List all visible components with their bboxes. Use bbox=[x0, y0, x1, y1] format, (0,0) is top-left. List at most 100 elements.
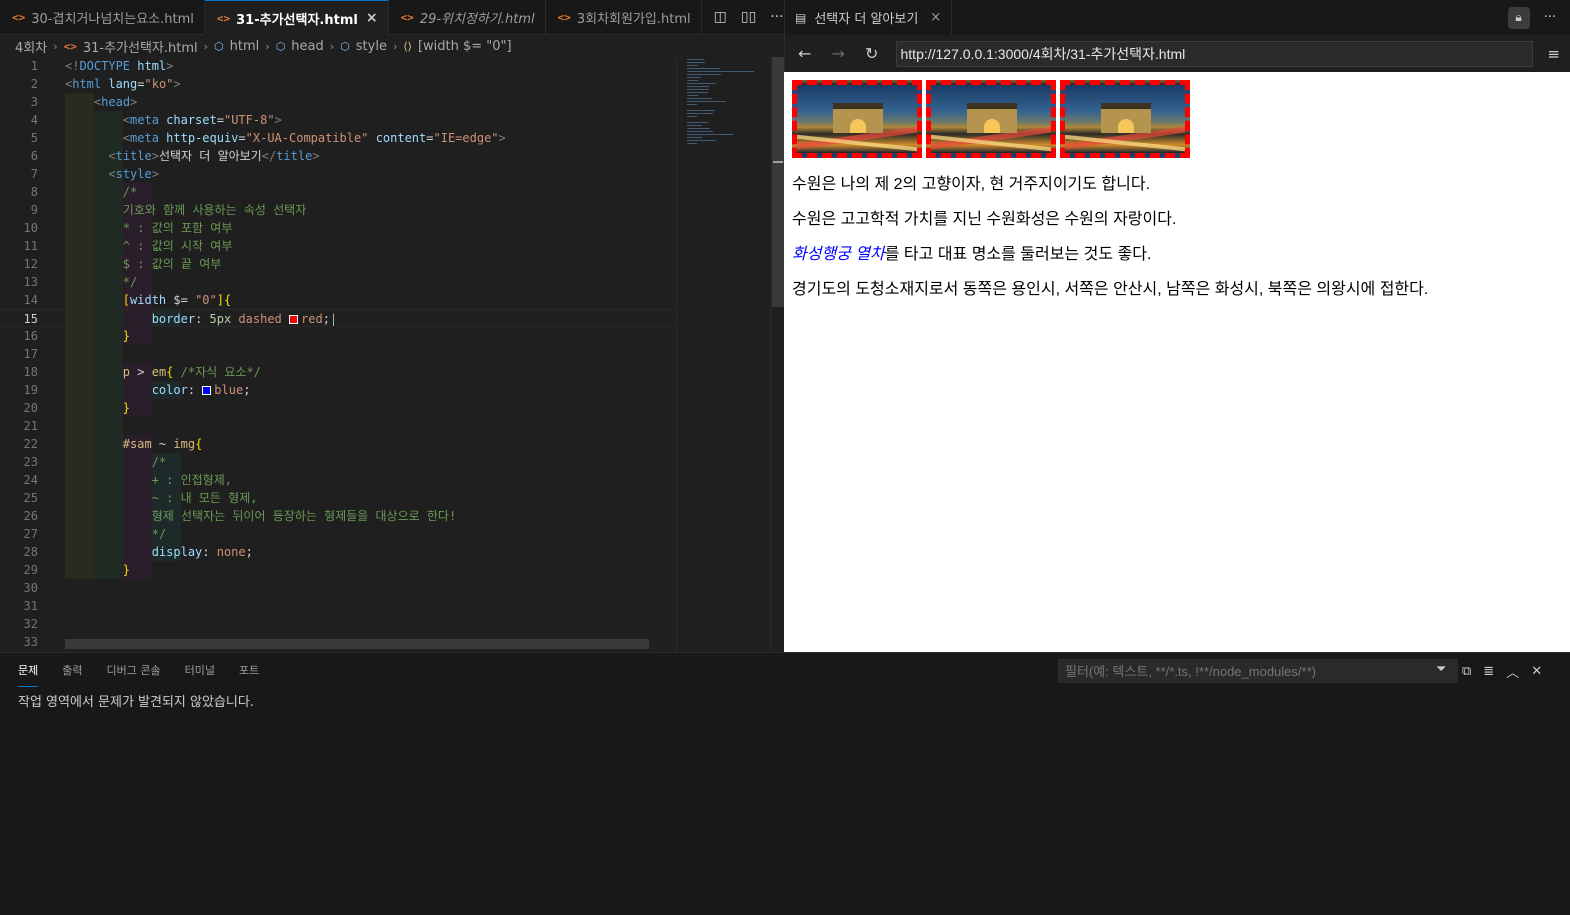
minimap-line bbox=[687, 71, 755, 72]
chevron-right-icon: › bbox=[203, 39, 209, 53]
vertical-scrollbar[interactable] bbox=[770, 57, 784, 652]
view-as-list-icon[interactable]: ≣ bbox=[1483, 664, 1494, 679]
code-token: > bbox=[151, 167, 159, 181]
line-number: 23 bbox=[23, 455, 38, 469]
code-line: 9 기호와 함께 사용하는 속성 선택자 bbox=[0, 201, 676, 219]
filter-icon[interactable]: ⏷ bbox=[1436, 662, 1446, 677]
reload-icon[interactable]: ↻ bbox=[862, 44, 882, 63]
code-token: lang bbox=[108, 77, 138, 91]
horizontal-scrollbar[interactable] bbox=[65, 639, 649, 649]
code-text: <style> bbox=[65, 165, 159, 183]
tab-label: 3회차회원가입.html bbox=[576, 12, 691, 27]
editor-tab[interactable]: <> 30-겹치거나넘치는요소.html bbox=[0, 0, 205, 35]
minimap-line bbox=[687, 104, 697, 105]
editor-tab[interactable]: <> 29-위치정하기.html bbox=[389, 0, 546, 35]
breadcrumb: 4회차 › <> 31-추가선택자.html › ⬡ html › ⬡ head… bbox=[0, 35, 784, 57]
breadcrumb-head[interactable]: head bbox=[291, 39, 323, 54]
code-token: < bbox=[122, 113, 131, 127]
panel-tab[interactable]: 출력 bbox=[62, 653, 82, 687]
code-token: meta bbox=[130, 113, 167, 127]
code-text: ~ : 내 모든 형제, bbox=[65, 489, 258, 507]
line-number: 24 bbox=[23, 473, 38, 487]
page-paragraph: 경기도의 도청소재지로서 동쪽은 용인시, 서쪽은 안산시, 남쪽은 화성시, … bbox=[792, 281, 1562, 298]
breadcrumb-style[interactable]: style bbox=[356, 39, 387, 54]
forward-arrow-icon[interactable]: → bbox=[829, 44, 849, 63]
more-actions-icon[interactable]: ··· bbox=[1544, 10, 1556, 25]
code-line: 25 ~ : 내 모든 형제, bbox=[0, 489, 676, 507]
open-preview-icon[interactable]: ◫ bbox=[714, 9, 727, 25]
minimap[interactable] bbox=[676, 57, 770, 652]
preview-actions: 🔒︎ ··· bbox=[1507, 6, 1570, 29]
scrollbar-thumb[interactable] bbox=[772, 57, 784, 307]
url-input[interactable] bbox=[895, 40, 1534, 67]
code-token: > bbox=[173, 77, 181, 91]
breadcrumb-folder[interactable]: 4회차 bbox=[15, 37, 47, 56]
code-text: <!DOCTYPE html> bbox=[65, 57, 173, 75]
code-line: 3 <head> bbox=[0, 93, 676, 111]
panel-tab[interactable]: 문제 bbox=[18, 653, 39, 687]
code-text: <title>선택자 더 알아보기</title> bbox=[65, 147, 319, 165]
close-panel-icon[interactable]: ✕ bbox=[1531, 664, 1542, 679]
back-arrow-icon[interactable]: ← bbox=[795, 44, 815, 63]
code-token: ; bbox=[245, 545, 253, 559]
line-number: 20 bbox=[23, 401, 38, 415]
code-token: ]{ bbox=[216, 293, 232, 307]
breadcrumb-html[interactable]: html bbox=[230, 39, 260, 54]
code-token: * : 값의 포함 여부 bbox=[122, 221, 233, 235]
split-editor-icon[interactable]: ▯▯ bbox=[741, 9, 756, 25]
line-number: 30 bbox=[23, 581, 38, 595]
line-number: 19 bbox=[23, 383, 38, 397]
code-line: 5 <meta http-equiv="X-UA-Compatible" con… bbox=[0, 129, 676, 147]
code-token: 5px bbox=[209, 312, 239, 326]
minimap-line bbox=[687, 101, 726, 102]
breadcrumb-selector[interactable]: [width $= "0"] bbox=[418, 39, 512, 54]
close-icon[interactable]: × bbox=[930, 10, 941, 25]
code-text: + : 인접형제, bbox=[65, 471, 232, 489]
menu-icon[interactable]: ≡ bbox=[1547, 45, 1560, 63]
maximize-panel-icon[interactable]: ︿ bbox=[1506, 662, 1519, 681]
lock-icon[interactable]: 🔒︎ bbox=[1507, 6, 1530, 29]
code-line: 8 /* bbox=[0, 183, 676, 201]
editor-tab[interactable]: <> 31-추가선택자.html × bbox=[204, 0, 389, 35]
panel-tab[interactable]: 터미널 bbox=[185, 653, 215, 687]
more-actions-icon[interactable]: ··· bbox=[770, 9, 783, 25]
cube-icon: ⬡ bbox=[214, 39, 224, 53]
panel-tab[interactable]: 디버그 콘솔 bbox=[107, 653, 161, 687]
code-text: border: 5px dashed red;| bbox=[65, 310, 337, 328]
code-token: : bbox=[187, 383, 203, 397]
code-token: title bbox=[115, 149, 152, 163]
minimap-line bbox=[687, 140, 716, 141]
code-token: < bbox=[122, 131, 131, 145]
editor-tab[interactable]: <> 3회차회원가입.html bbox=[546, 0, 702, 35]
close-icon[interactable]: × bbox=[366, 10, 378, 26]
breadcrumb-file[interactable]: 31-추가선택자.html bbox=[83, 37, 198, 56]
line-number: 27 bbox=[23, 527, 38, 541]
code-line: 32 bbox=[0, 615, 676, 633]
code-token: "IE=edge" bbox=[433, 131, 499, 145]
image-detail bbox=[1118, 119, 1134, 133]
code-line: 1 <!DOCTYPE html> bbox=[0, 57, 676, 75]
preview-tab-bar: ▤ 선택자 더 알아보기 × 🔒︎ ··· bbox=[784, 0, 1570, 35]
minimap-line bbox=[687, 116, 697, 117]
color-swatch-icon[interactable] bbox=[289, 315, 298, 324]
color-swatch-icon[interactable] bbox=[202, 386, 212, 395]
code-text: } bbox=[65, 327, 130, 345]
code-line: 29 } bbox=[0, 561, 676, 579]
code-token: #sam bbox=[122, 437, 152, 451]
panel-tab[interactable]: 포트 bbox=[239, 653, 259, 687]
code-text: /* bbox=[65, 183, 137, 201]
code-token: html bbox=[72, 77, 109, 91]
html-file-icon: <> bbox=[557, 11, 571, 24]
preview-tab[interactable]: ▤ 선택자 더 알아보기 × bbox=[785, 0, 953, 35]
code-token: : bbox=[202, 545, 217, 559]
problems-filter-input[interactable] bbox=[1058, 659, 1458, 683]
collapse-all-icon[interactable]: ⧉ bbox=[1462, 664, 1471, 679]
code-editor[interactable]: 1 <!DOCTYPE html> 2 <html lang="ko"> 3 <head… bbox=[0, 57, 676, 652]
code-token: meta bbox=[130, 131, 167, 145]
